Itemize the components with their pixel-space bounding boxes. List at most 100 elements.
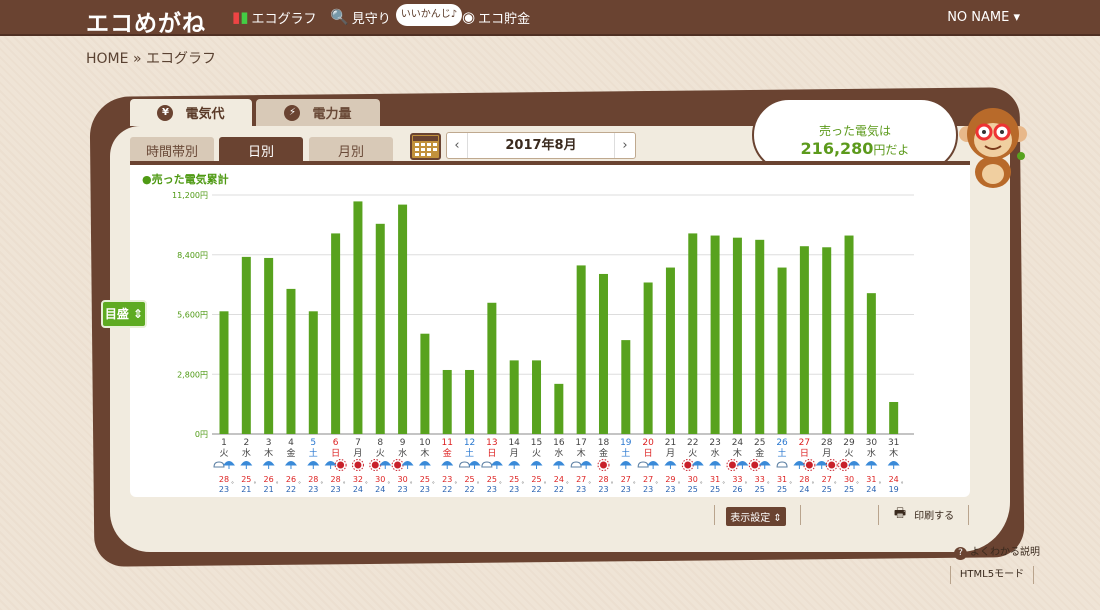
help-link[interactable]: ? よくわかる説明 — [954, 543, 1040, 560]
user-menu[interactable]: NO NAME ▾ — [947, 10, 1020, 25]
cloud-icon — [481, 461, 493, 468]
html5-mode-button[interactable]: HTML5モード — [950, 566, 1034, 584]
tab-monthly[interactable]: 月別 — [309, 137, 393, 163]
umbrella-icon — [736, 461, 749, 469]
nav-mimamori[interactable]: 🔍 見守り — [330, 0, 391, 34]
top-bar: エコめがね ▮▮ エコグラフ 🔍 見守り いいかんじ♪ ◉ エコ貯金 NO NA… — [0, 0, 1100, 38]
y-tick-label: 5,600円 — [177, 311, 208, 320]
temp-high: 29 — [665, 475, 675, 484]
x-tick-day: 26 — [776, 438, 788, 448]
temp-unit: ° — [566, 481, 569, 488]
x-tick-weekday: 水 — [398, 447, 407, 459]
temp-low: 23 — [420, 485, 430, 494]
x-tick-day: 5 — [310, 438, 316, 448]
divider — [714, 505, 715, 525]
next-month-button[interactable]: › — [615, 138, 635, 153]
x-tick-weekday: 木 — [733, 447, 742, 459]
bar-day-29 — [844, 235, 854, 434]
date-navigator: ‹ 2017年8月 › — [446, 132, 636, 159]
x-tick-day: 8 — [377, 438, 383, 448]
nav-label: エコ貯金 — [478, 11, 531, 27]
coin-icon: ◉ — [462, 8, 476, 26]
umbrella-icon — [401, 461, 414, 469]
tab-power-usage[interactable]: ⚡ 電力量 — [256, 99, 380, 126]
x-tick-day: 28 — [821, 438, 833, 448]
umbrella-icon — [530, 461, 543, 469]
temp-low: 22 — [464, 485, 474, 494]
y-tick-label: 8,400円 — [177, 251, 208, 260]
x-tick-day: 16 — [553, 438, 565, 448]
nav-eco-savings[interactable]: ◉ エコ貯金 — [462, 0, 530, 34]
bar-day-17 — [576, 265, 586, 434]
umbrella-icon — [490, 461, 503, 469]
bar-day-1 — [219, 311, 229, 434]
bar-day-25 — [755, 239, 765, 434]
temp-low: 25 — [688, 485, 698, 494]
bar-day-13 — [487, 302, 497, 434]
umbrella-icon — [758, 461, 771, 469]
display-settings-button[interactable]: 表示設定 ⇕ — [726, 507, 786, 526]
nav-eco-graph[interactable]: ▮▮ エコグラフ — [232, 0, 317, 34]
printer-icon: 🖶 — [893, 505, 907, 521]
temp-unit: ° — [633, 481, 636, 488]
x-tick-weekday: 火 — [376, 448, 385, 459]
umbrella-icon — [815, 461, 828, 469]
temp-low: 19 — [889, 485, 899, 494]
bar-day-19 — [621, 340, 631, 434]
temp-high: 25 — [241, 475, 251, 484]
temp-unit: ° — [499, 481, 502, 488]
x-tick-day: 21 — [665, 438, 676, 448]
temp-high: 26 — [286, 475, 296, 484]
bar-day-31 — [889, 401, 899, 434]
cloud-icon — [637, 461, 649, 468]
temp-high: 28 — [799, 475, 809, 484]
umbrella-icon — [647, 461, 660, 469]
x-tick-weekday: 木 — [889, 447, 898, 459]
tab-daily[interactable]: 日別 — [219, 137, 303, 163]
status-bubble: いいかんじ♪ — [396, 4, 462, 26]
x-tick-weekday: 火 — [845, 448, 854, 459]
umbrella-icon — [887, 461, 900, 469]
chart-icon: ▮▮ — [232, 8, 249, 26]
x-tick-day: 3 — [266, 438, 272, 448]
breadcrumb: HOME » エコグラフ — [86, 48, 216, 68]
temp-high: 28 — [598, 475, 608, 484]
umbrella-icon — [508, 461, 521, 469]
temp-unit: ° — [834, 481, 837, 488]
x-tick-weekday: 金 — [755, 447, 764, 459]
x-tick-weekday: 水 — [711, 447, 720, 459]
app-logo[interactable]: エコめがね — [86, 4, 206, 38]
x-tick-weekday: 水 — [554, 447, 563, 459]
umbrella-icon — [619, 461, 632, 469]
umbrella-icon — [223, 461, 235, 469]
temp-high: 30 — [375, 475, 385, 484]
temp-unit: ° — [744, 481, 747, 488]
print-button[interactable]: 🖶 印刷する — [888, 505, 960, 524]
sun-icon — [728, 461, 736, 469]
temp-high: 27 — [643, 475, 653, 484]
sun-icon — [354, 461, 362, 469]
prev-month-button[interactable]: ‹ — [447, 138, 467, 153]
temp-low: 25 — [755, 485, 765, 494]
calendar-icon[interactable] — [410, 133, 441, 160]
tab-electricity-cost[interactable]: ¥ 電気代 — [130, 99, 252, 126]
temp-unit: ° — [789, 481, 792, 488]
temp-high: 28 — [219, 475, 229, 484]
temp-high: 23 — [442, 475, 452, 484]
bar-day-15 — [532, 360, 542, 434]
sun-icon — [371, 461, 379, 469]
x-tick-day: 31 — [888, 438, 899, 448]
x-tick-weekday: 火 — [688, 448, 697, 459]
bar-day-28 — [822, 247, 832, 434]
sun-icon — [599, 461, 607, 469]
breadcrumb-home[interactable]: HOME — [86, 51, 128, 67]
x-tick-day: 6 — [333, 438, 339, 448]
temp-unit: ° — [856, 481, 859, 488]
temp-low: 24 — [353, 485, 363, 494]
x-tick-day: 12 — [464, 438, 475, 448]
tab-hourly[interactable]: 時間帯別 — [130, 137, 214, 163]
temp-low: 23 — [397, 485, 407, 494]
bar-day-9 — [398, 204, 408, 434]
temp-high: 28 — [331, 475, 341, 484]
print-label: 印刷する — [914, 511, 955, 522]
